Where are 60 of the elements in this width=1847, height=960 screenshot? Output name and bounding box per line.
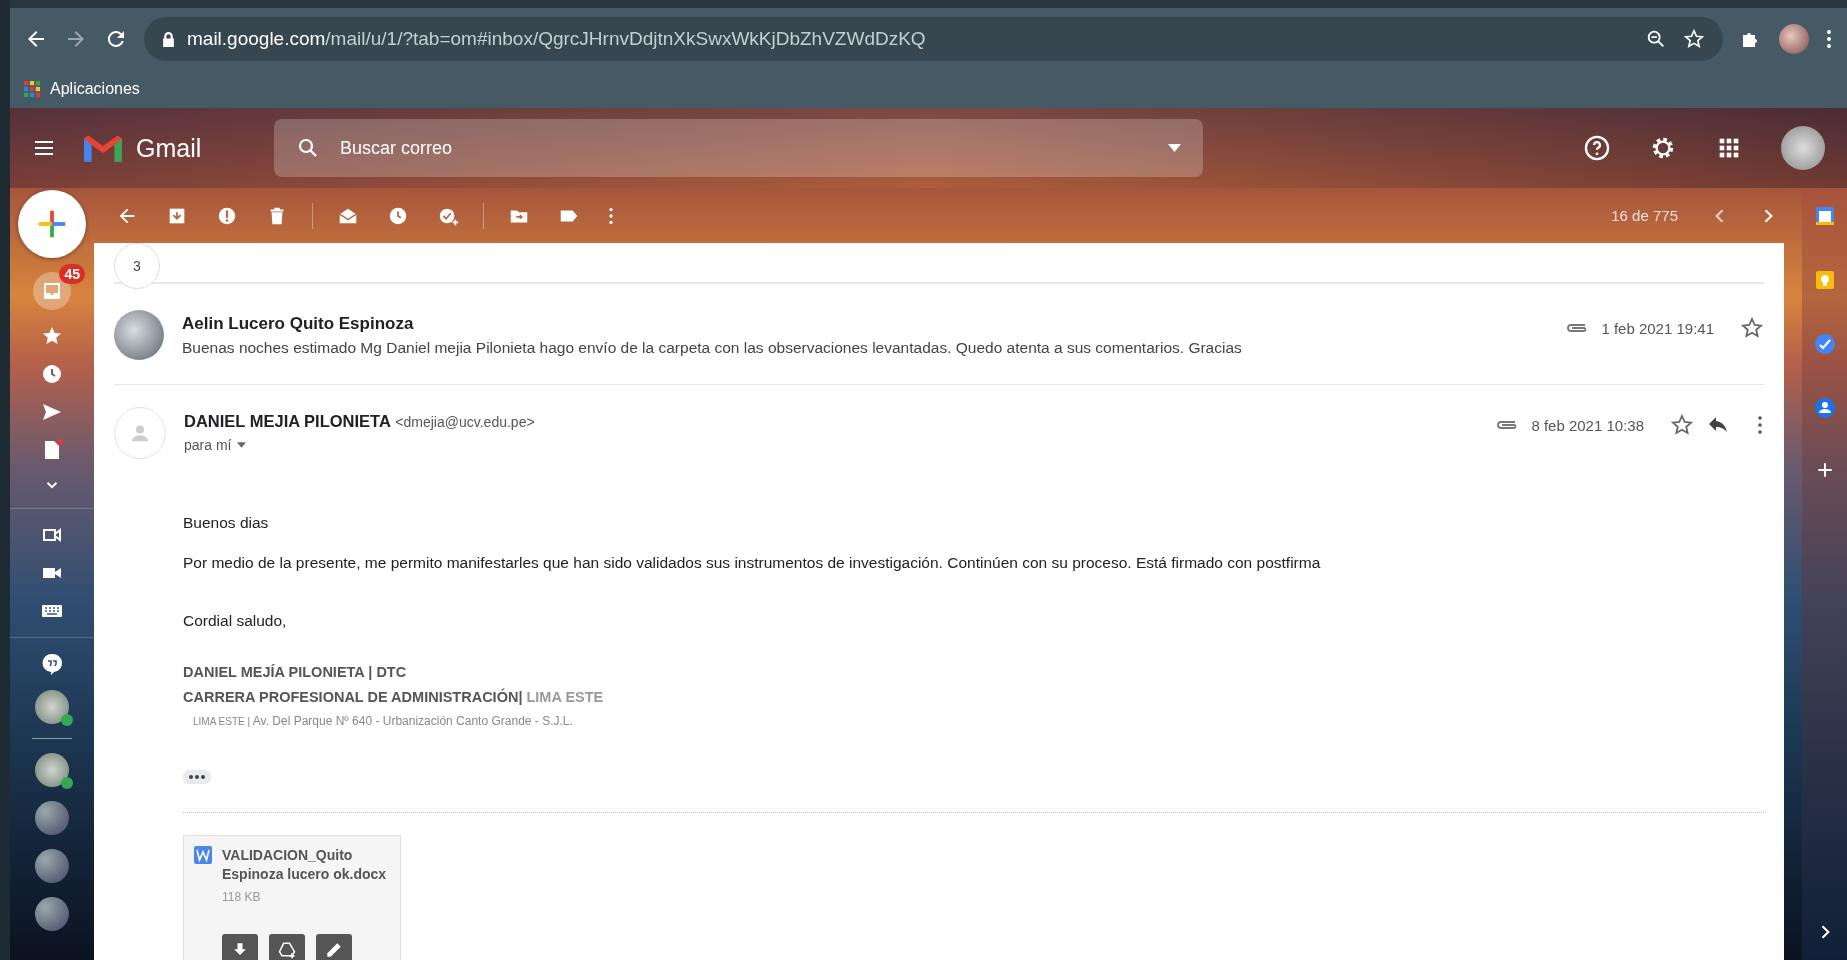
sender-email: <dmejia@ucv.edu.pe> — [395, 414, 535, 430]
sender-name: Aelin Lucero Quito Espinoza — [182, 313, 414, 334]
signature-name: DANIEL MEJÍA PILONIETA | DTC — [183, 664, 408, 680]
signature-campus: LIMA ESTE — [526, 689, 604, 705]
ellipsis-icon — [188, 774, 206, 780]
caret-icon[interactable] — [1168, 144, 1181, 152]
collapsed-count-button[interactable]: 3 — [114, 243, 160, 289]
body-paragraph: Buenos dias — [183, 514, 270, 532]
body-paragraph: Por medio de la presente, me permito manifestarles que han sido validados sus instrumentos de investigación. Continúen con su proceso. Está firmado con postfirma — [183, 554, 1322, 572]
star-outline-icon[interactable] — [1670, 413, 1694, 437]
signature-address: Av. Del Parque Nº 640 - Urbanización Canto Grande - S.J.L. — [252, 714, 573, 728]
url-path: /mail/u/1/?tab=om#inbox/QgrcJHrnvDdjtnXkSwxWkKjDbZhVZWdDzKQ — [325, 28, 926, 50]
sender-avatar — [114, 310, 164, 360]
attachment-size: 118 KB — [222, 890, 262, 904]
profile-avatar[interactable] — [1779, 24, 1809, 54]
group-avatar[interactable] — [35, 849, 69, 883]
star-icon[interactable] — [1683, 28, 1705, 50]
account-avatar[interactable] — [1781, 126, 1825, 170]
star-outline-icon[interactable] — [1740, 316, 1764, 340]
clock-icon[interactable] — [40, 362, 64, 386]
recipient-dropdown[interactable]: para mí — [184, 437, 247, 453]
group-avatar[interactable] — [35, 897, 69, 931]
search-bar[interactable]: Buscar correo — [274, 119, 1203, 177]
unread-count-badge: 45 — [59, 264, 85, 284]
help-icon[interactable] — [1583, 134, 1611, 162]
word-document-icon — [194, 846, 212, 864]
bookmark-item[interactable]: Aplicaciones — [24, 80, 140, 98]
pager-text: 16 de 775 — [1611, 207, 1678, 224]
collapsed-message[interactable]: Aelin Lucero Quito Espinoza Buenas noches estimado Mg Daniel mejia Pilonieta hago envío de la carpeta con las observaciones levantadas. Quedo atenta a sus comentarios. Gracias 1 feb 2021 19:41 — [114, 284, 1764, 385]
task-check-icon[interactable] — [1812, 332, 1837, 356]
message-date: 8 feb 2021 10:38 — [1531, 416, 1644, 434]
body-paragraph: Cordial saludo, — [183, 612, 288, 630]
message-date: 1 feb 2021 19:41 — [1601, 319, 1714, 337]
download-button[interactable] — [222, 934, 258, 960]
edit-button[interactable] — [316, 934, 352, 960]
attachment-name: VALIDACION_Quito Espinoza lucero ok.docx — [222, 846, 388, 884]
person-icon[interactable] — [1812, 396, 1837, 420]
group-avatar[interactable] — [35, 801, 69, 835]
attachment-card[interactable]: VALIDACION_Quito Espinoza lucero ok.docx 118 KB — [183, 835, 401, 960]
signature-campus: LIMA ESTE | — [193, 716, 251, 727]
chat-bubble-icon[interactable] — [40, 652, 64, 676]
save-to-drive-button[interactable] — [269, 934, 305, 960]
url-host: mail.google.com — [187, 28, 326, 50]
drive-plus-icon — [277, 940, 297, 960]
app-name: Gmail — [136, 133, 203, 163]
message-snippet: Buenas noches estimado Mg Daniel mejia Pilonieta hago envío de la carpeta con las observaciones levantadas. Quedo atenta a sus comentarios. Gracias — [182, 338, 1243, 357]
apps-grid-icon — [24, 81, 40, 97]
address-bar[interactable]: mail.google.com/mail/u/1/?tab=om#inbox/QgrcJHrnvDdjtnXkSwxWkKjDbZhVZWdDzKQ — [144, 17, 1723, 61]
show-trimmed-content-button[interactable] — [183, 770, 211, 784]
search-field[interactable]: Buscar correo — [338, 136, 1150, 160]
signature-department: CARRERA PROFESIONAL DE ADMINISTRACIÓN| — [183, 689, 523, 705]
more-vertical-icon[interactable] — [1756, 413, 1764, 437]
pencil-icon — [324, 940, 344, 960]
caret-icon — [237, 442, 247, 448]
sender-name: DANIEL MEJIA PILONIETA — [184, 412, 391, 431]
zoom-out-icon[interactable] — [1645, 28, 1667, 50]
lock-icon — [162, 31, 175, 47]
more-vertical-icon[interactable] — [1825, 27, 1833, 51]
person-silhouette-icon — [114, 407, 166, 459]
compose-button[interactable] — [18, 190, 86, 258]
